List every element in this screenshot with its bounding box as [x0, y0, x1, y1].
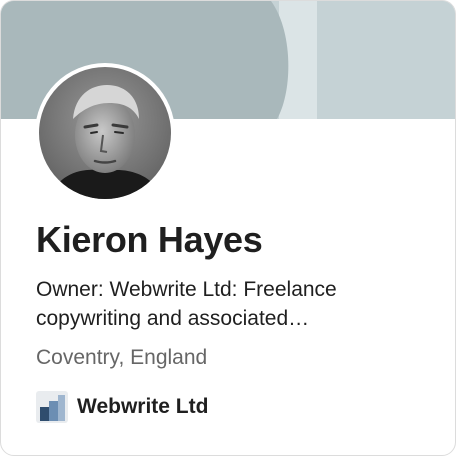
profile-location: Coventry, England	[36, 346, 208, 369]
profile-name[interactable]: Kieron Hayes	[36, 219, 263, 261]
company-name[interactable]: Webwrite Ltd	[77, 395, 208, 419]
profile-headline: Owner: Webwrite Ltd: Freelance copywriti…	[36, 278, 337, 330]
avatar-photo	[39, 67, 171, 199]
avatar[interactable]	[35, 63, 175, 203]
company-link[interactable]: Webwrite Ltd	[36, 390, 208, 424]
profile-card[interactable]: Kieron Hayes Owner: Webwrite Ltd: Freela…	[0, 0, 456, 456]
company-logo-icon	[36, 391, 68, 423]
